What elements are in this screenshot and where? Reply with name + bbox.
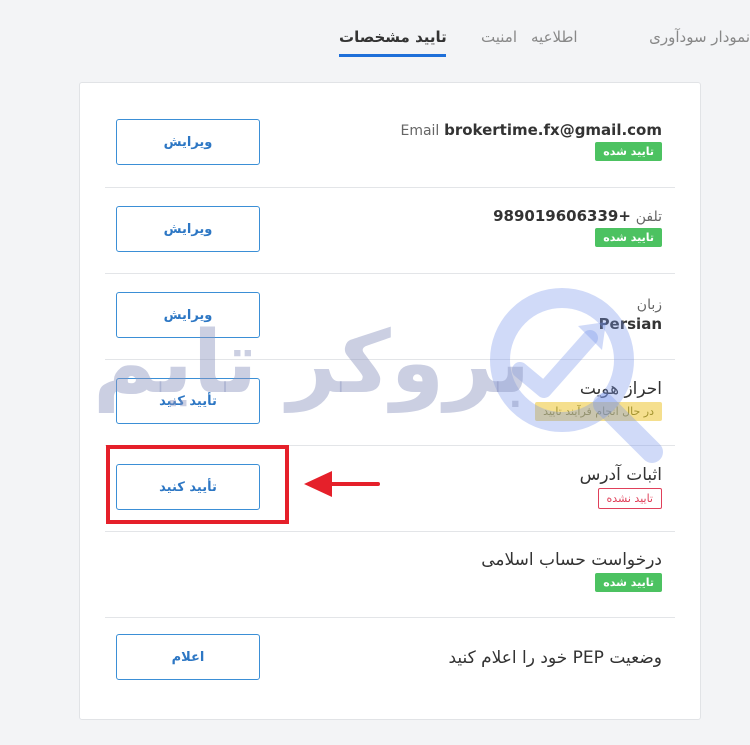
tab-bar: نمودار سودآوری اطلاعیه امنیت تایید مشخصا… bbox=[0, 0, 750, 70]
email-value: brokertime.fx@gmail.com bbox=[444, 121, 662, 139]
watermark-text: بروکر تایم bbox=[93, 313, 531, 413]
phone-value: +989019606339 bbox=[493, 207, 631, 225]
phone-label: تلفن bbox=[635, 209, 662, 225]
email-row: ویرایش Email brokertime.fx@gmail.com تای… bbox=[105, 101, 675, 188]
islamic-account-row: درخواست حساب اسلامی تایید شده bbox=[105, 531, 675, 618]
address-highlight-box bbox=[106, 445, 289, 524]
arrow-left-icon bbox=[304, 471, 380, 497]
islamic-account-label: درخواست حساب اسلامی bbox=[481, 550, 662, 570]
address-label: اثبات آدرس bbox=[579, 465, 662, 485]
islamic-status-badge: تایید شده bbox=[595, 573, 662, 592]
tab-profit-chart[interactable]: نمودار سودآوری bbox=[649, 28, 750, 52]
declare-pep-button[interactable]: اعلام bbox=[116, 634, 260, 680]
active-tab-indicator bbox=[339, 54, 446, 57]
pep-row: اعلام وضعیت PEP خود را اعلام کنید bbox=[105, 617, 675, 703]
tab-verification[interactable]: تایید مشخصات bbox=[339, 28, 447, 52]
email-label: Email bbox=[400, 123, 440, 139]
tab-notifications[interactable]: اطلاعیه bbox=[531, 28, 578, 52]
phone-row: ویرایش تلفن +989019606339 تایید شده bbox=[105, 187, 675, 274]
edit-email-button[interactable]: ویرایش bbox=[116, 119, 260, 165]
tab-security[interactable]: امنیت bbox=[481, 28, 517, 52]
email-status-badge: تایید شده bbox=[595, 142, 662, 161]
edit-phone-button[interactable]: ویرایش bbox=[116, 206, 260, 252]
address-status-badge: تایید نشده bbox=[597, 488, 662, 509]
phone-status-badge: تایید شده bbox=[595, 228, 662, 247]
pep-label: وضعیت PEP خود را اعلام کنید bbox=[448, 648, 662, 668]
